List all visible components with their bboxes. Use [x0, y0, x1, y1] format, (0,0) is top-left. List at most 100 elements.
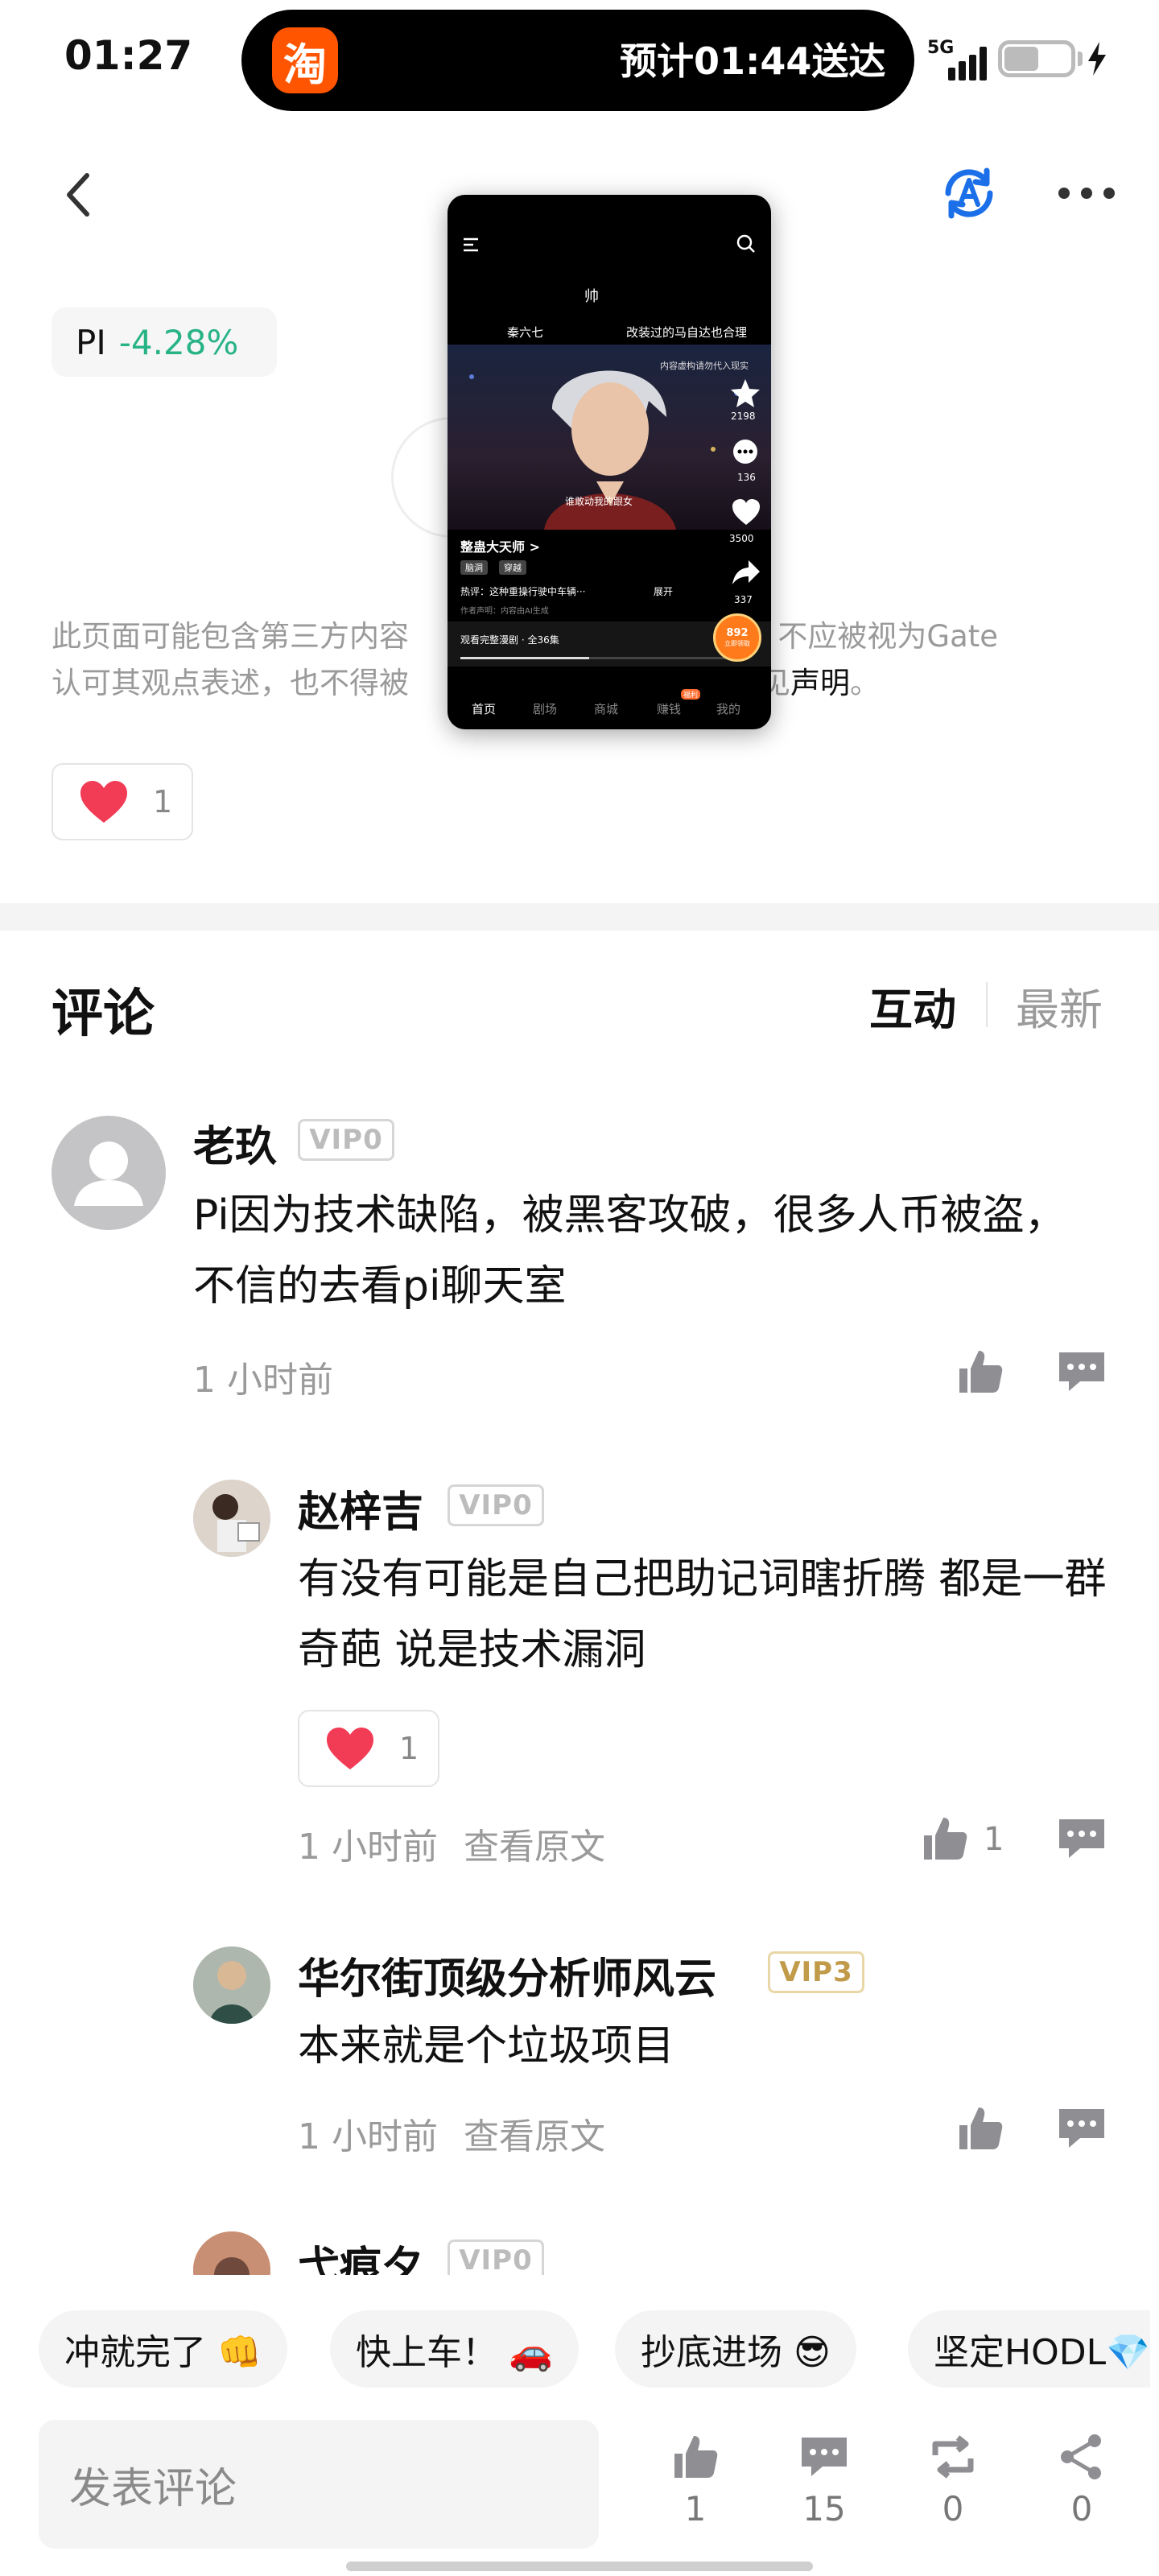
share-icon: [1061, 2434, 1101, 2479]
pip-nav-home[interactable]: 首页: [472, 700, 496, 717]
comment-icon[interactable]: [731, 438, 760, 467]
watch-full-label[interactable]: 观看完整漫剧 · 全36集: [460, 633, 559, 646]
comment-text: Pi因为技术缺陷，被黑客攻破，很多人币被盗，不信的去看pi聊天室: [193, 1191, 1066, 1311]
star-icon[interactable]: [729, 377, 761, 409]
comment-username[interactable]: 老玖: [193, 1113, 277, 1173]
post-reaction-button[interactable]: 1: [52, 763, 193, 840]
pip-nav-theater[interactable]: 剧场: [533, 700, 557, 717]
avatar[interactable]: [52, 1116, 166, 1230]
like-button[interactable]: 1: [647, 2431, 744, 2529]
pip-subtitle: 谁敢动我的跟女: [565, 496, 633, 507]
back-button[interactable]: [48, 161, 106, 229]
ticker-chip[interactable]: PI -4.28%: [52, 308, 277, 377]
coin-reward-badge[interactable]: 892 立即领取: [713, 613, 761, 662]
vip-badge: VIP0: [298, 1119, 394, 1161]
repost-button[interactable]: 0: [905, 2431, 1001, 2529]
comment-text: 本来就是个垃圾项目: [298, 2022, 675, 2070]
avatar[interactable]: [193, 1480, 270, 1557]
hot-comment: 热评：这种重操行驶中车辆···: [460, 586, 586, 597]
tag-chip[interactable]: 脑洞: [460, 560, 488, 575]
ticker-symbol: PI: [76, 322, 106, 362]
quick-reply-chip[interactable]: 快上车！ 🚗: [330, 2310, 579, 2388]
reply-icon[interactable]: [1056, 1346, 1107, 1397]
disclaimer-text-1: 此页面可能包含第三方内容: [52, 619, 409, 654]
quick-reply-chip[interactable]: 坚定HODL💎: [908, 2310, 1150, 2388]
disclaimer-link[interactable]: 声明: [790, 666, 850, 700]
quick-reply-chip[interactable]: 冲就完了 👊: [39, 2310, 287, 2388]
comment-count: 15: [802, 2489, 846, 2529]
repost-icon: [932, 2435, 974, 2479]
pip-video-overlay[interactable]: 帅 秦六七 改装过的马自达也合理 内容虚构请勿代入现实 谁敢动我的跟女 2198…: [448, 195, 771, 729]
reply-icon[interactable]: [1056, 2103, 1107, 2154]
default-avatar-icon: [74, 1141, 143, 1206]
delivery-eta: 预计01:44送达: [620, 39, 886, 83]
battery-cap: [1078, 52, 1083, 66]
avatar-image: [193, 1946, 270, 2024]
share-icon[interactable]: [731, 559, 761, 586]
comment-icon: [802, 2438, 847, 2476]
pip-nav-me[interactable]: 我的: [716, 700, 740, 717]
thumbs-up-icon[interactable]: [955, 2103, 1006, 2154]
comment-meta: 1 小时前 查看原文: [298, 1818, 605, 1869]
tag-chip[interactable]: 穿越: [499, 560, 526, 575]
translate-icon[interactable]: [937, 161, 1001, 225]
search-icon[interactable]: [736, 233, 757, 254]
charging-icon: [1088, 42, 1106, 76]
heart-icon[interactable]: [731, 497, 761, 526]
ai-notice: 内容虚构请勿代入现实: [660, 361, 749, 371]
avatar-image: [193, 1480, 270, 1557]
menu-icon[interactable]: [462, 237, 480, 253]
comments-title: 评论: [52, 985, 155, 1044]
like-count: 1: [684, 2489, 707, 2529]
thumbs-up-icon[interactable]: [955, 1346, 1006, 1397]
taobao-app-icon: 淘: [272, 27, 338, 93]
reaction-count: 1: [399, 1731, 419, 1766]
sort-tab-latest[interactable]: 最新: [1016, 974, 1103, 1038]
share-count: 0: [1070, 2489, 1093, 2529]
view-original-link[interactable]: 查看原文: [464, 1827, 605, 1868]
comment-input[interactable]: 发表评论: [39, 2420, 599, 2549]
video-progress-fill: [460, 657, 589, 659]
coin-label: 立即领取: [724, 640, 750, 647]
comment-time: 1 小时前: [298, 2116, 438, 2157]
comment-username[interactable]: 华尔街顶级分析师风云: [298, 1945, 716, 2005]
heart-icon: [327, 1728, 373, 1769]
nav-badge: 福利: [681, 689, 701, 700]
repost-count: 0: [942, 2489, 964, 2529]
signal-icon: 5G: [927, 38, 987, 80]
pip-left-name: 秦六七: [507, 325, 544, 340]
reply-icon[interactable]: [1056, 1813, 1107, 1864]
share-button[interactable]: 0: [1033, 2431, 1130, 2529]
home-indicator: [346, 2562, 813, 2571]
chevron-left-icon: [67, 173, 89, 217]
more-icon[interactable]: [1046, 161, 1127, 225]
network-label: 5G: [927, 38, 954, 58]
sort-tab-interactive[interactable]: 互动: [869, 974, 956, 1038]
ticker-change: -4.28%: [118, 322, 239, 362]
expand-link[interactable]: 展开: [654, 584, 673, 598]
like-count: 1: [984, 1821, 1004, 1858]
comment-username[interactable]: 赵梓吉: [298, 1478, 423, 1538]
heart-icon: [80, 781, 127, 823]
pip-nav-mall[interactable]: 商城: [594, 700, 618, 717]
comment-text: 有没有可能是自己把助记词瞎折腾 都是一群奇葩 说是技术漏洞: [298, 1555, 1107, 1674]
comment-count: 136: [737, 472, 756, 483]
view-original-link[interactable]: 查看原文: [464, 2116, 605, 2157]
section-divider: [0, 903, 1159, 931]
reply-reaction-button[interactable]: 1: [298, 1710, 439, 1787]
battery-level: [1004, 47, 1038, 71]
comment-meta: 1 小时前 查看原文: [298, 2107, 605, 2159]
status-time: 01:27: [64, 32, 193, 79]
share-count: 337: [734, 594, 753, 605]
series-title[interactable]: 整蛊大天师 >: [460, 536, 540, 555]
pip-nav-earn[interactable]: 赚钱: [657, 700, 681, 717]
thumbs-up-icon: [674, 2436, 718, 2478]
disclaimer-text-3: 认可其观点表述，也不得被: [52, 666, 409, 700]
avatar[interactable]: [193, 1946, 270, 2024]
quick-reply-chip[interactable]: 抄底进场 😎: [615, 2310, 856, 2388]
comment-button[interactable]: 15: [776, 2431, 872, 2529]
author-note: 作者声明：内容由AI生成: [460, 607, 549, 616]
pip-caption: 改装过的马自达也合理: [626, 325, 748, 340]
disclaimer-text-end: 。: [850, 666, 880, 700]
thumbs-up-icon[interactable]: [919, 1813, 971, 1864]
